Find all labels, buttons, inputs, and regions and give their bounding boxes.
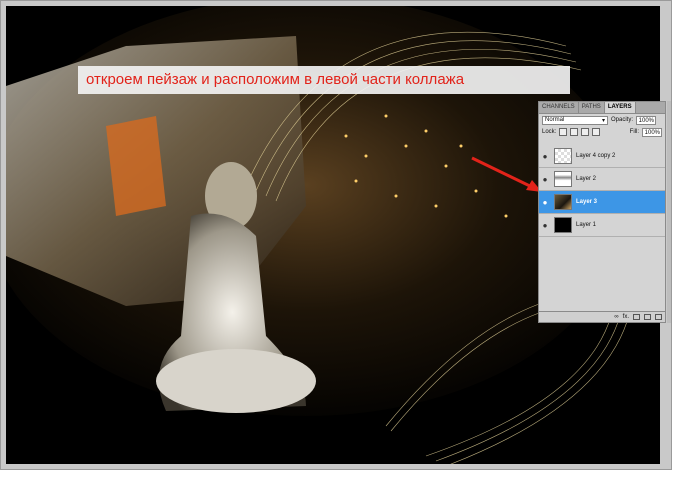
lock-icons <box>559 128 601 136</box>
eye-icon[interactable]: ● <box>539 152 551 161</box>
layer-row[interactable]: ● Layer 1 <box>539 214 665 237</box>
panel-tabs: CHANNELS PATHS LAYERS <box>539 102 665 114</box>
layer-thumbnail <box>554 194 572 210</box>
lock-label: Lock: <box>542 129 557 135</box>
folder-icon[interactable] <box>655 314 662 320</box>
mask-icon[interactable] <box>633 314 640 320</box>
link-icon[interactable]: ∞ <box>614 314 618 320</box>
blend-mode-select[interactable]: Normal ▾ <box>542 115 608 125</box>
fill-label: Fill: <box>629 129 639 135</box>
layer-thumbnail <box>554 148 572 164</box>
layer-row[interactable]: ● Layer 4 copy 2 <box>539 145 665 168</box>
layer-thumbnail <box>554 171 572 187</box>
eye-icon[interactable]: ● <box>539 221 551 230</box>
eye-icon[interactable]: ● <box>539 198 551 207</box>
tab-channels[interactable]: CHANNELS <box>539 102 579 113</box>
tutorial-caption: откроем пейзаж и расположим в левой част… <box>78 66 570 94</box>
layers-list: ● Layer 4 copy 2 ● Layer 2 ● Layer 3 ● L… <box>539 145 665 237</box>
lock-row: Lock: Fill: 100% <box>539 126 665 138</box>
layer-thumbnail <box>554 217 572 233</box>
lock-transparency-icon[interactable] <box>559 128 568 136</box>
layer-name: Layer 4 copy 2 <box>576 153 616 159</box>
tab-paths[interactable]: PATHS <box>579 102 605 113</box>
layer-row[interactable]: ● Layer 2 <box>539 168 665 191</box>
layer-name: Layer 1 <box>576 222 597 228</box>
opacity-label: Opacity: <box>611 117 634 123</box>
layer-name: Layer 3 <box>576 199 598 205</box>
panel-bottom-bar: ∞ fx. <box>539 311 665 322</box>
panel-scrollbar[interactable] <box>667 101 671 323</box>
layers-panel: CHANNELS PATHS LAYERS Normal ▾ Opacity: … <box>538 101 666 323</box>
fx-button[interactable]: fx. <box>623 314 629 320</box>
opacity-field[interactable]: 100% <box>636 115 657 125</box>
blend-mode-value: Normal <box>545 117 565 123</box>
lock-all-icon[interactable] <box>592 128 601 136</box>
lock-position-icon[interactable] <box>581 128 590 136</box>
eye-icon[interactable]: ● <box>539 175 551 184</box>
tab-layers[interactable]: LAYERS <box>604 102 636 113</box>
chevron-down-icon: ▾ <box>601 117 605 124</box>
fill-field[interactable]: 100% <box>642 127 662 137</box>
layer-name: Layer 2 <box>576 176 597 182</box>
adjustment-icon[interactable] <box>644 314 651 320</box>
layer-row-selected[interactable]: ● Layer 3 <box>539 191 665 214</box>
blend-row: Normal ▾ Opacity: 100% <box>539 114 665 126</box>
lock-pixels-icon[interactable] <box>570 128 579 136</box>
